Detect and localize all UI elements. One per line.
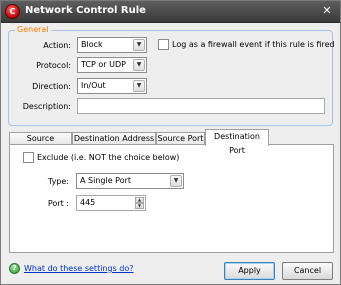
chevron-down-icon: ▼ — [133, 59, 145, 71]
action-value: Block — [81, 40, 103, 49]
port-value: 445 — [80, 198, 96, 207]
apply-button[interactable]: Apply — [224, 262, 275, 280]
port-label: Port : — [47, 199, 69, 208]
general-group-title: General — [15, 25, 51, 34]
action-dropdown[interactable]: Block ▼ — [77, 37, 147, 53]
protocol-value: TCP or UDP — [81, 60, 126, 69]
cancel-button[interactable]: Cancel — [282, 262, 333, 280]
port-type-value: A Single Port — [80, 176, 132, 185]
close-icon[interactable]: ✕ — [320, 3, 334, 19]
port-input[interactable]: 445 ▲ ▼ — [76, 195, 146, 211]
port-spinner[interactable]: ▲ ▼ — [135, 197, 144, 209]
type-label: Type: — [47, 177, 69, 186]
log-event-label: Log as a firewall event if this rule is … — [172, 40, 335, 49]
description-label: Description: — [22, 102, 71, 111]
log-event-checkbox[interactable] — [158, 39, 169, 50]
direction-value: In/Out — [81, 81, 106, 90]
network-control-rule-dialog: C Network Control Rule ✕ General Action:… — [0, 0, 341, 285]
protocol-dropdown[interactable]: TCP or UDP ▼ — [77, 57, 147, 73]
help-icon[interactable]: ? — [9, 263, 20, 274]
chevron-down-icon: ▼ — [133, 80, 145, 92]
port-type-dropdown[interactable]: A Single Port ▼ — [76, 173, 184, 189]
tab-destination-port[interactable]: Destination Port — [205, 129, 269, 155]
spin-down-icon[interactable]: ▼ — [135, 203, 144, 209]
direction-dropdown[interactable]: In/Out ▼ — [77, 78, 147, 94]
help-link[interactable]: What do these settings do? — [24, 264, 134, 273]
direction-label: Direction: — [32, 82, 71, 91]
comodo-app-icon: C — [5, 4, 20, 19]
chevron-down-icon: ▼ — [170, 175, 182, 187]
exclude-checkbox[interactable] — [23, 152, 34, 163]
title-bar[interactable]: C Network Control Rule ✕ — [1, 1, 340, 23]
chevron-down-icon: ▼ — [133, 39, 145, 51]
window-title: Network Control Rule — [25, 5, 146, 16]
action-label: Action: — [43, 41, 71, 50]
exclude-label: Exclude (i.e. NOT the choice below) — [37, 153, 180, 162]
protocol-label: Protocol: — [36, 61, 71, 70]
description-input[interactable] — [77, 98, 325, 114]
